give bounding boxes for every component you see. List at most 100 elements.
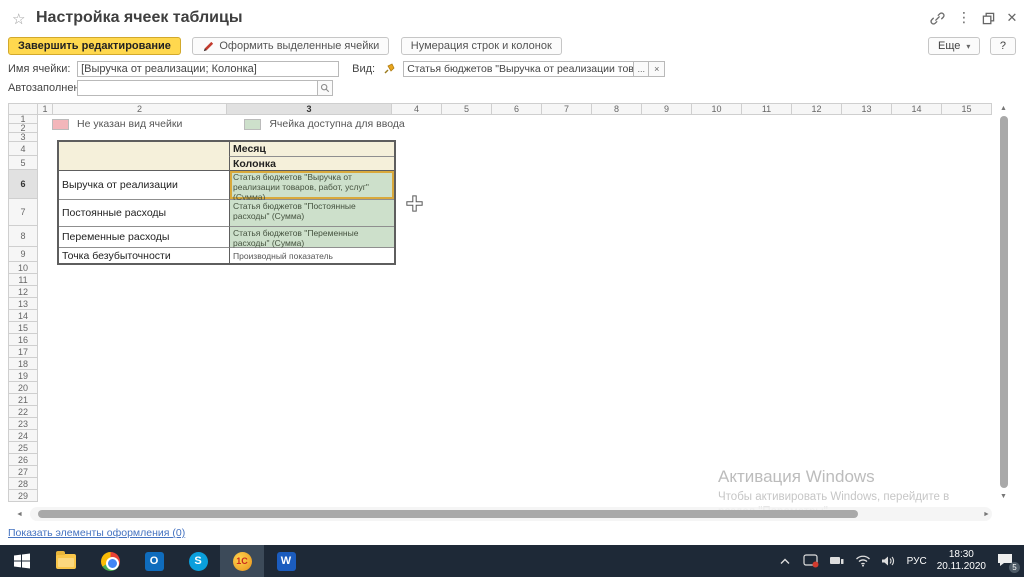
row-header-16[interactable]: 16 <box>8 334 38 346</box>
taskbar-app-start-button[interactable] <box>0 545 44 577</box>
row-header-8[interactable]: 8 <box>8 226 38 247</box>
row-header-6[interactable]: 6 <box>8 170 38 199</box>
column-header-8[interactable]: 8 <box>592 103 642 115</box>
row-header-9[interactable]: 9 <box>8 247 38 262</box>
taskbar-app-file-explorer[interactable] <box>44 545 88 577</box>
more-button[interactable]: Еще ▾ <box>928 37 981 55</box>
legend-swatch-1 <box>52 118 69 130</box>
row-header-20[interactable]: 20 <box>8 382 38 394</box>
table-header-cell[interactable]: Месяц <box>229 142 394 157</box>
row-header-13[interactable]: 13 <box>8 298 38 310</box>
table-row-name[interactable]: Постоянные расходы <box>59 200 229 227</box>
numbering-button[interactable]: Нумерация строк и колонок <box>400 37 562 55</box>
device-icon[interactable] <box>829 553 845 569</box>
row-header-25[interactable]: 25 <box>8 442 38 454</box>
wifi-icon[interactable] <box>855 553 871 569</box>
horizontal-scrollbar-thumb[interactable] <box>38 510 858 518</box>
column-header-14[interactable]: 14 <box>892 103 942 115</box>
row-header-26[interactable]: 26 <box>8 454 38 466</box>
column-header-3[interactable]: 3 <box>227 103 392 115</box>
column-header-11[interactable]: 11 <box>742 103 792 115</box>
row-header-24[interactable]: 24 <box>8 430 38 442</box>
language-indicator[interactable]: РУС <box>907 556 927 567</box>
column-header-5[interactable]: 5 <box>442 103 492 115</box>
horizontal-scrollbar[interactable] <box>30 507 992 521</box>
column-header-7[interactable]: 7 <box>542 103 592 115</box>
taskbar-app-1c-enterprise[interactable]: 1С <box>220 545 264 577</box>
column-header-12[interactable]: 12 <box>792 103 842 115</box>
column-header-9[interactable]: 9 <box>642 103 692 115</box>
column-header-13[interactable]: 13 <box>842 103 892 115</box>
vertical-scrollbar[interactable]: ▲ ▼ <box>996 103 1012 515</box>
close-icon[interactable]: ✕ <box>1003 10 1021 26</box>
autofill-label: Автозаполнение: <box>8 82 95 94</box>
row-header-18[interactable]: 18 <box>8 358 38 370</box>
finish-editing-button[interactable]: Завершить редактирование <box>8 37 181 55</box>
taskbar-app-word[interactable]: W <box>264 545 308 577</box>
scroll-up-icon[interactable]: ▲ <box>1000 105 1007 112</box>
kind-field[interactable]: Статья бюджетов "Выручка от реализации т… <box>403 61 666 78</box>
table-row-name[interactable]: Выручка от реализации <box>59 171 229 200</box>
table-value-cell-selected[interactable]: Статья бюджетов "Выручка от реализации т… <box>229 171 394 202</box>
volume-icon[interactable] <box>881 553 897 569</box>
taskbar-app-skype[interactable]: S <box>176 545 220 577</box>
row-header-3[interactable]: 3 <box>8 132 38 142</box>
titlebar: ☆ Настройка ячеек таблицы ⋮ ✕ <box>0 0 1024 34</box>
row-header-15[interactable]: 15 <box>8 322 38 334</box>
column-header-6[interactable]: 6 <box>492 103 542 115</box>
row-header-10[interactable]: 10 <box>8 262 38 274</box>
column-header-4[interactable]: 4 <box>392 103 442 115</box>
row-header-14[interactable]: 14 <box>8 310 38 322</box>
row-header-23[interactable]: 23 <box>8 418 38 430</box>
autofill-lookup-icon[interactable] <box>317 80 334 96</box>
window-menu-icon[interactable]: ⋮ <box>955 10 973 26</box>
start-button-icon <box>12 551 32 571</box>
clock[interactable]: 18:30 20.11.2020 <box>937 549 986 574</box>
table-row-name[interactable]: Точка безубыточности <box>59 248 229 263</box>
copy-link-icon[interactable] <box>928 11 946 27</box>
help-button[interactable]: ? <box>989 37 1016 55</box>
table-value-cell[interactable]: Статья бюджетов "Переменные расходы" (Су… <box>229 227 394 248</box>
row-header-22[interactable]: 22 <box>8 406 38 418</box>
row-header-27[interactable]: 27 <box>8 466 38 478</box>
row-header-19[interactable]: 19 <box>8 370 38 382</box>
scroll-left-icon[interactable]: ◄ <box>16 511 23 518</box>
screen-share-icon[interactable] <box>803 553 819 569</box>
table-header-blank-cell[interactable] <box>59 142 229 171</box>
scroll-down-icon[interactable]: ▼ <box>1000 493 1007 500</box>
table-value-cell[interactable]: Статья бюджетов "Постоянные расходы" (Су… <box>229 200 394 227</box>
scroll-right-icon[interactable]: ► <box>983 511 990 518</box>
table-row-name[interactable]: Переменные расходы <box>59 227 229 248</box>
sheet-area[interactable]: Не указан вид ячейки Ячейка доступна для … <box>38 115 992 518</box>
row-header-7[interactable]: 7 <box>8 199 38 226</box>
cell-name-input[interactable] <box>77 61 340 77</box>
kind-value[interactable]: Статья бюджетов "Выручка от реализации т… <box>403 61 634 78</box>
restore-window-icon[interactable] <box>979 12 997 28</box>
row-header-11[interactable]: 11 <box>8 274 38 286</box>
row-header-21[interactable]: 21 <box>8 394 38 406</box>
format-cells-button[interactable]: Оформить выделенные ячейки <box>192 37 390 55</box>
kind-select-button[interactable]: ... <box>633 61 650 78</box>
kind-clear-button[interactable]: × <box>649 61 666 78</box>
row-header-28[interactable]: 28 <box>8 478 38 490</box>
vertical-scrollbar-thumb[interactable] <box>1000 116 1008 488</box>
row-header-5[interactable]: 5 <box>8 156 38 170</box>
row-header-12[interactable]: 12 <box>8 286 38 298</box>
row-header-29[interactable]: 29 <box>8 490 38 502</box>
action-center-icon[interactable]: 5 <box>996 552 1020 573</box>
column-header-10[interactable]: 10 <box>692 103 742 115</box>
table-value-cell[interactable]: Производный показатель <box>229 248 394 263</box>
history-pin-icon[interactable] <box>382 62 396 76</box>
taskbar-app-outlook[interactable]: O <box>132 545 176 577</box>
row-header-17[interactable]: 17 <box>8 346 38 358</box>
taskbar-app-chrome[interactable] <box>88 545 132 577</box>
column-header-2[interactable]: 2 <box>53 103 227 115</box>
show-formatting-elements-link[interactable]: Показать элементы оформления (0) <box>8 527 185 539</box>
autofill-input[interactable] <box>77 80 318 96</box>
favorite-star-icon[interactable]: ☆ <box>12 10 25 28</box>
table-header-cell[interactable]: Колонка <box>229 157 394 171</box>
column-header-1[interactable]: 1 <box>38 103 53 115</box>
column-header-15[interactable]: 15 <box>942 103 992 115</box>
row-header-4[interactable]: 4 <box>8 142 38 156</box>
tray-expand-icon[interactable] <box>777 553 793 569</box>
